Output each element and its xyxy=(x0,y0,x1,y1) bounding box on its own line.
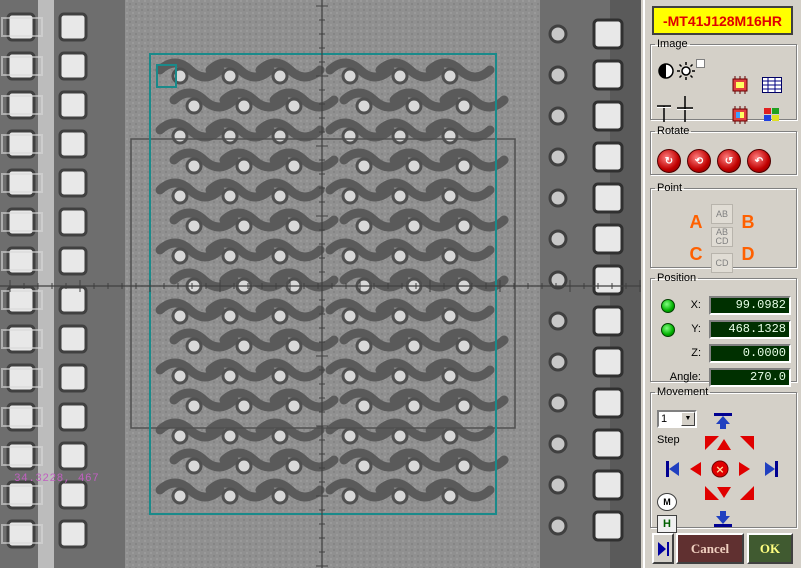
rotate-180-icon[interactable]: ⟲ xyxy=(687,149,711,173)
move-right-icon[interactable] xyxy=(737,461,751,477)
control-panel: -MT41J128M16HR Image Rotate ↻ ⟲ ↺ ↶ Poin… xyxy=(643,0,801,568)
chip-color-icon[interactable] xyxy=(729,104,751,126)
move-up-right-icon[interactable] xyxy=(739,435,755,451)
movement-group-label: Movement xyxy=(657,386,709,398)
point-abcd-button[interactable]: AB CD xyxy=(711,227,733,247)
point-d-button[interactable]: D xyxy=(737,242,759,266)
grid-icon[interactable] xyxy=(761,74,783,96)
palette-icon[interactable] xyxy=(761,104,783,126)
image-group: Image xyxy=(650,38,797,124)
x-value: 99.0982 xyxy=(709,296,791,315)
chip-icon[interactable] xyxy=(729,74,751,96)
x-row: X: 99.0982 xyxy=(655,296,791,316)
chevron-down-icon[interactable]: ▼ xyxy=(681,412,695,426)
move-down-right-icon[interactable] xyxy=(739,485,755,501)
rotate-cw-icon[interactable]: ↺ xyxy=(717,149,741,173)
home-button[interactable]: H xyxy=(657,515,677,533)
point-cd-button[interactable]: CD xyxy=(711,253,733,273)
expand-arrow-icon xyxy=(658,541,669,556)
position-group: Position X: 99.0982 Y: 468.1328 Z: 0.000… xyxy=(650,272,797,387)
manual-button[interactable]: M xyxy=(657,493,677,511)
cancel-button[interactable]: Cancel xyxy=(676,533,744,564)
rotate-90-icon[interactable]: ↻ xyxy=(657,149,681,173)
step-label: Step xyxy=(657,434,680,446)
move-left-icon[interactable] xyxy=(689,461,703,477)
move-far-left-icon[interactable] xyxy=(665,460,683,478)
brightness-icon[interactable] xyxy=(675,60,697,82)
y-status-led xyxy=(661,323,675,337)
z-label: Z: xyxy=(691,347,701,359)
camera-view[interactable]: 34.3228, 467 xyxy=(0,0,641,568)
point-group: Point A AB B AB CD C D CD xyxy=(650,182,797,273)
rotate-ccw-icon[interactable]: ↶ xyxy=(747,149,771,173)
step-select[interactable]: 1 ▼ xyxy=(657,410,697,428)
move-z-up-icon[interactable] xyxy=(712,412,734,430)
app-window: 34.3228, 467 -MT41J128M16HR Image Rotate… xyxy=(0,0,801,568)
stop-icon[interactable]: × xyxy=(711,460,729,478)
angle-row: Angle: 270.0 xyxy=(655,368,791,388)
coord-readout: 34.3228, 467 xyxy=(14,473,100,485)
point-b-button[interactable]: B xyxy=(737,210,759,234)
x-label: X: xyxy=(690,299,701,311)
angle-value: 270.0 xyxy=(709,368,791,387)
svg-text:×: × xyxy=(715,463,724,476)
rotate-group-label: Rotate xyxy=(657,125,690,137)
device-title: -MT41J128M16HR xyxy=(652,6,793,35)
y-label: Y: xyxy=(691,323,701,335)
move-up-icon[interactable] xyxy=(716,438,732,452)
angle-label: Angle: xyxy=(669,371,701,383)
y-row: Y: 468.1328 xyxy=(655,320,791,340)
move-down-icon[interactable] xyxy=(716,485,732,499)
x-status-led xyxy=(661,299,675,313)
z-value: 0.0000 xyxy=(709,344,791,363)
expand-panel-button[interactable] xyxy=(652,533,674,564)
movement-group: Movement 1 ▼ Step × M H xyxy=(650,386,797,533)
rotate-group: Rotate ↻ ⟲ ↺ ↶ xyxy=(650,125,797,175)
move-z-down-icon[interactable] xyxy=(712,510,734,528)
move-far-right-icon[interactable] xyxy=(761,460,779,478)
point-abcd-bottom: CD xyxy=(715,236,729,246)
ok-button[interactable]: OK xyxy=(747,533,793,564)
step-select-value: 1 xyxy=(661,413,668,425)
contrast-icon[interactable] xyxy=(655,60,677,82)
crosshair-icon[interactable] xyxy=(655,94,695,124)
point-group-label: Point xyxy=(657,182,683,194)
point-a-button[interactable]: A xyxy=(685,210,707,234)
checkbox-icon[interactable] xyxy=(695,58,705,68)
y-value: 468.1328 xyxy=(709,320,791,339)
point-c-button[interactable]: C xyxy=(685,242,707,266)
image-group-label: Image xyxy=(657,38,688,50)
z-row: Z: 0.0000 xyxy=(655,344,791,364)
position-group-label: Position xyxy=(657,272,697,284)
point-ab-button[interactable]: AB xyxy=(711,204,733,224)
